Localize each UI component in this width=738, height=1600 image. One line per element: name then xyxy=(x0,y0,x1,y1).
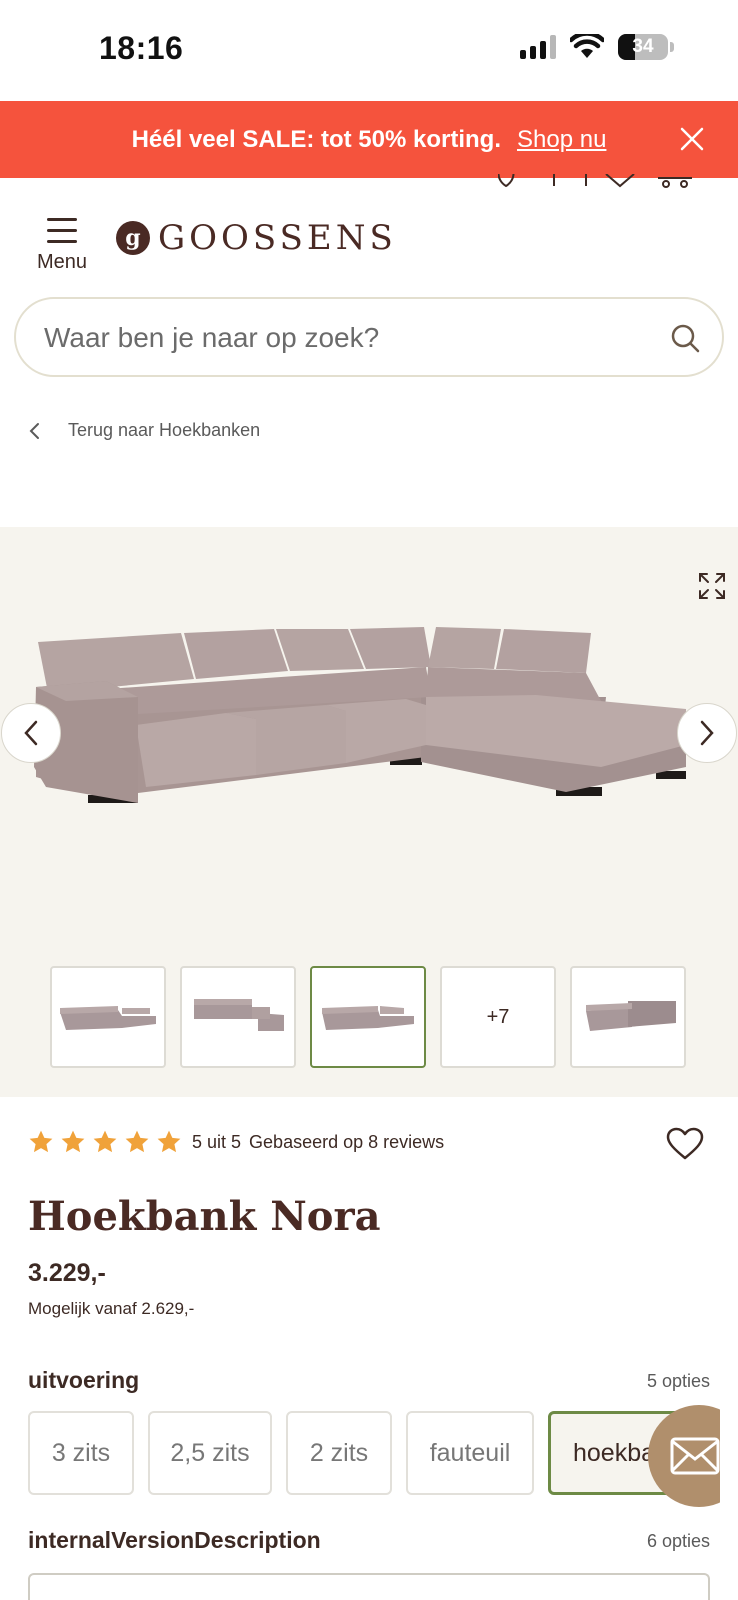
wifi-icon xyxy=(570,34,604,58)
close-icon[interactable] xyxy=(680,127,704,151)
option-group-label: internalVersionDescription xyxy=(28,1527,321,1553)
breadcrumb-back-link[interactable]: Terug naar Hoekbanken xyxy=(68,420,260,441)
product-price-from: Mogelijk vanaf 2.629,- xyxy=(28,1299,195,1318)
search-input[interactable] xyxy=(44,319,644,357)
star-icon xyxy=(29,1130,53,1153)
option-button[interactable]: 3 zits xyxy=(28,1411,134,1495)
menu-label: Menu xyxy=(36,251,88,273)
thumbnail-active[interactable] xyxy=(310,966,426,1068)
heart-icon[interactable] xyxy=(666,1127,704,1161)
mail-icon xyxy=(670,1437,720,1475)
breadcrumb[interactable]: Terug naar Hoekbanken xyxy=(28,420,260,441)
option-button[interactable]: 2 zits xyxy=(286,1411,392,1495)
header-icons-peek xyxy=(498,174,708,190)
promo-banner: Héél veel SALE: tot 50% korting. Shop nu xyxy=(0,101,738,178)
rating-reviews[interactable]: Gebaseerd op 8 reviews xyxy=(249,1132,444,1153)
logo-text: GOOSSENS xyxy=(158,218,397,258)
logo[interactable]: g GOOSSENS xyxy=(116,218,397,258)
chevron-left-icon xyxy=(24,720,38,746)
thumbnail[interactable] xyxy=(570,966,686,1068)
product-title: Hoekbank Nora xyxy=(28,1193,381,1240)
option-list: 3 zits 2,5 zits 2 zits fauteuil hoekbank xyxy=(28,1411,698,1495)
rating[interactable]: 5 uit 5 Gebaseerd op 8 reviews xyxy=(28,1129,444,1155)
status-bar: 18:16 34 xyxy=(0,0,738,101)
status-time: 18:16 xyxy=(99,30,184,66)
thumbnail[interactable] xyxy=(50,966,166,1068)
version-select[interactable] xyxy=(28,1573,710,1600)
option-group-count: 6 opties xyxy=(646,1531,710,1551)
rating-text: 5 uit 5 xyxy=(192,1131,242,1152)
gallery-next-button[interactable] xyxy=(677,703,737,763)
thumbnail[interactable] xyxy=(180,966,296,1068)
option-button[interactable]: 2,5 zits xyxy=(148,1411,272,1495)
option-group-count: 5 opties xyxy=(646,1371,710,1391)
option-button[interactable]: fauteuil xyxy=(406,1411,534,1495)
product-price: 3.229,- xyxy=(28,1259,106,1287)
screen-edge xyxy=(720,1400,738,1520)
logo-badge: g xyxy=(116,221,150,255)
product-info: 5 uit 5 Gebaseerd op 8 reviews Hoekbank … xyxy=(0,1097,738,1600)
product-gallery: +7 xyxy=(0,527,738,1097)
option-group-label: uitvoering xyxy=(28,1367,140,1393)
star-icon xyxy=(93,1130,117,1153)
star-icon xyxy=(61,1130,85,1153)
more-images-label: +7 xyxy=(486,1005,510,1028)
chevron-right-icon xyxy=(700,720,714,746)
signal-icon xyxy=(520,35,556,59)
chevron-left-icon xyxy=(29,422,39,439)
search-bar[interactable] xyxy=(14,297,724,377)
hamburger-icon xyxy=(47,218,77,243)
gallery-prev-button[interactable] xyxy=(1,703,61,763)
promo-text: Héél veel SALE: tot 50% korting. xyxy=(131,125,501,153)
thumbnail-more[interactable]: +7 xyxy=(440,966,556,1068)
star-icon xyxy=(125,1130,149,1153)
expand-icon[interactable] xyxy=(698,572,726,600)
battery-icon: 34 xyxy=(618,34,668,60)
menu-button[interactable]: Menu xyxy=(34,218,90,274)
battery-level: 34 xyxy=(632,36,654,57)
status-icons: 34 xyxy=(520,34,674,60)
thumbnail-strip: +7 xyxy=(50,966,686,1068)
product-image-sofa xyxy=(34,627,686,803)
search-icon[interactable] xyxy=(670,323,700,353)
rating-stars xyxy=(28,1129,182,1155)
star-icon xyxy=(157,1130,181,1153)
battery-cap xyxy=(670,42,674,52)
promo-shop-link[interactable]: Shop nu xyxy=(517,126,606,154)
